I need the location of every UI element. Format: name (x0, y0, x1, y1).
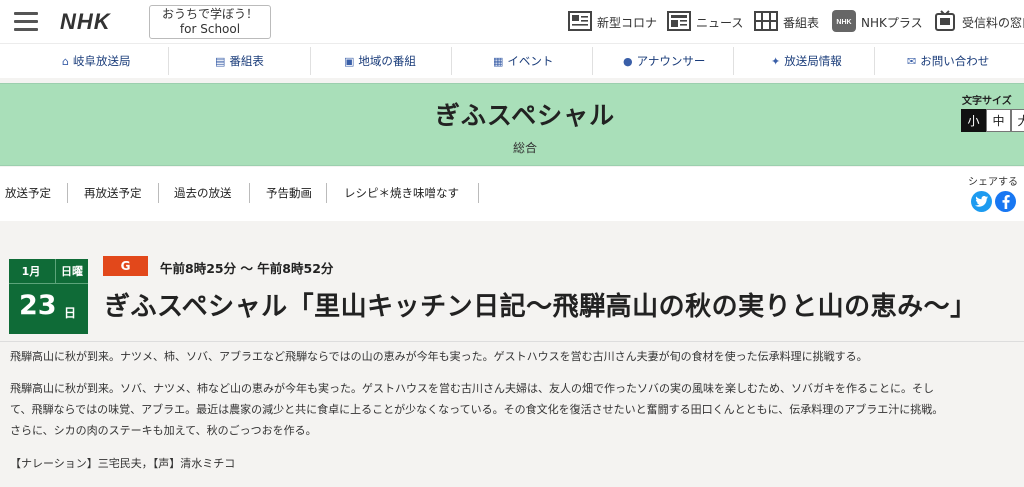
nav-divider (168, 47, 169, 75)
nav-divider (733, 47, 734, 75)
date-divider (9, 283, 88, 284)
date-day: 23 (19, 290, 57, 321)
news-icon (667, 10, 691, 34)
for-school-button[interactable]: おうちで学ぼう！ for School (149, 5, 271, 39)
date-month: 1月 (21, 265, 41, 278)
tab-divider (249, 183, 250, 203)
tool-covid-label: 新型コロナ (597, 15, 658, 30)
share-label: シェアする (968, 177, 1018, 188)
tv-guide-icon: ▤ (215, 54, 226, 68)
for-school-line2: for School (179, 22, 241, 36)
tab-preview-video[interactable]: 予告動画 (266, 185, 312, 201)
tool-nhk-plus[interactable]: NHK NHKプラス (832, 9, 923, 35)
nav-station-info[interactable]: ✦ 放送局情報 (771, 44, 842, 78)
font-size-small-button[interactable]: 小 (961, 109, 986, 132)
program-title: ぎふスペシャル (434, 101, 616, 130)
tool-news-label: ニュース (696, 15, 744, 30)
tab-divider (478, 183, 479, 203)
facebook-icon[interactable] (995, 191, 1016, 212)
nav-announcers-label: アナウンサー (636, 54, 706, 68)
hamburger-menu-icon[interactable] (14, 12, 38, 32)
nav-tv-guide-label: 番組表 (229, 54, 264, 68)
program-hero: ぎふスペシャル 総合 文字サイズ 小 中 大 (0, 83, 1024, 166)
nav-tv-guide[interactable]: ▤ 番組表 (215, 44, 264, 78)
channel-badge: G (103, 256, 148, 276)
episode-title: ぎふスペシャル「里山キッチン日記〜飛騨高山の秋の実りと山の恵み〜」 (104, 292, 977, 322)
nav-station-label: 岐阜放送局 (72, 54, 131, 68)
nav-contact-label: お問い合わせ (920, 54, 990, 68)
virus-info-icon (568, 10, 592, 34)
tab-divider (158, 183, 159, 203)
tab-divider (67, 183, 68, 203)
license-fee-icon (933, 9, 957, 35)
nav-events-label: イベント (507, 54, 554, 68)
date-badge: 1月 日曜 23 日 (9, 259, 88, 334)
svg-text:NHK: NHK (836, 19, 851, 26)
font-size-medium-button[interactable]: 中 (986, 109, 1011, 132)
tool-nhk-plus-label: NHKプラス (861, 15, 923, 30)
nav-local-programs-label: 地域の番組 (358, 54, 416, 68)
date-day-suffix: 日 (64, 306, 77, 320)
font-size-label: 文字サイズ (962, 96, 1012, 107)
tool-program-guide-label: 番組表 (783, 15, 820, 30)
airtime: 午前8時25分 〜 午前8時52分 (160, 261, 334, 276)
program-channel: 総合 (512, 141, 537, 155)
nav-divider (451, 47, 452, 75)
nav-divider (310, 47, 311, 75)
tab-past-broadcasts[interactable]: 過去の放送 (174, 185, 232, 201)
mail-icon: ✉ (907, 54, 917, 68)
font-size-selector: 小 中 大 (961, 109, 1024, 132)
episode-credits: 【ナレーション】三宅民夫，【声】清水ミチコ (10, 457, 236, 470)
calendar-icon: ▦ (493, 54, 504, 68)
local-program-icon: ▣ (344, 54, 355, 68)
tab-schedule[interactable]: 放送予定 (5, 185, 51, 201)
tab-rebroadcast[interactable]: 再放送予定 (84, 185, 142, 201)
tab-recipe[interactable]: レシピ＊焼き味噌なす (344, 185, 459, 201)
for-school-line1: おうちで学ぼう！ (161, 7, 258, 21)
tool-program-guide[interactable]: 番組表 (754, 10, 820, 34)
antenna-icon: ✦ (771, 54, 781, 68)
tool-news[interactable]: ニュース (667, 10, 744, 34)
episode-body-line: て、飛騨ならではの味覚、アブラエ。最近は農家の減少と共に食卓に上ることが少なくな… (10, 403, 944, 416)
divider (0, 341, 1024, 342)
nav-announcers[interactable]: ● アナウンサー (623, 44, 705, 78)
episode-body-line: 飛騨高山に秋が到来。ソバ、ナツメ、柿など山の恵みが今年も実った。ゲストハウスを営… (10, 382, 934, 395)
episode-section: 1月 日曜 23 日 G 午前8時25分 〜 午前8時52分 ぎふスペシャル「里… (0, 221, 1024, 487)
nhk-plus-icon: NHK (832, 9, 856, 35)
nav-station[interactable]: ⌂ 岐阜放送局 (62, 44, 130, 78)
people-icon: ● (623, 54, 633, 68)
nav-divider (874, 47, 875, 75)
program-guide-icon (754, 10, 778, 34)
tool-license-fee-label: 受信料の窓口 (962, 15, 1024, 30)
nav-divider (592, 47, 593, 75)
tool-license-fee[interactable]: 受信料の窓口 (933, 9, 1024, 35)
nav-station-info-label: 放送局情報 (784, 54, 842, 68)
tool-covid[interactable]: 新型コロナ (568, 10, 658, 34)
nav-contact[interactable]: ✉ お問い合わせ (907, 44, 989, 78)
home-icon: ⌂ (62, 54, 69, 68)
nhk-logo[interactable]: NHK (60, 9, 111, 35)
nav-local-programs[interactable]: ▣ 地域の番組 (344, 44, 416, 78)
font-size-large-button[interactable]: 大 (1011, 109, 1024, 132)
program-tabs: 放送予定 再放送予定 過去の放送 予告動画 レシピ＊焼き味噌なす シェアする (0, 167, 1024, 221)
twitter-icon[interactable] (971, 191, 992, 212)
date-day-of-week: 日曜 (55, 259, 88, 283)
episode-body-line: さらに、シカの肉のステーキも加えて、秋のごっつおを作る。 (10, 424, 317, 437)
station-nav: ⌂ 岐阜放送局 ▤ 番組表 ▣ 地域の番組 ▦ イベント ● アナウンサー ✦ … (0, 44, 1024, 78)
top-bar: NHK おうちで学ぼう！ for School 新型コロナ ニュース 番組表 N… (0, 0, 1024, 44)
episode-summary: 飛騨高山に秋が到来。ナツメ、柿、ソバ、アブラエなど飛騨ならではの山の恵みが今年も… (10, 350, 868, 363)
nav-events[interactable]: ▦ イベント (493, 44, 553, 78)
tab-divider (326, 183, 327, 203)
